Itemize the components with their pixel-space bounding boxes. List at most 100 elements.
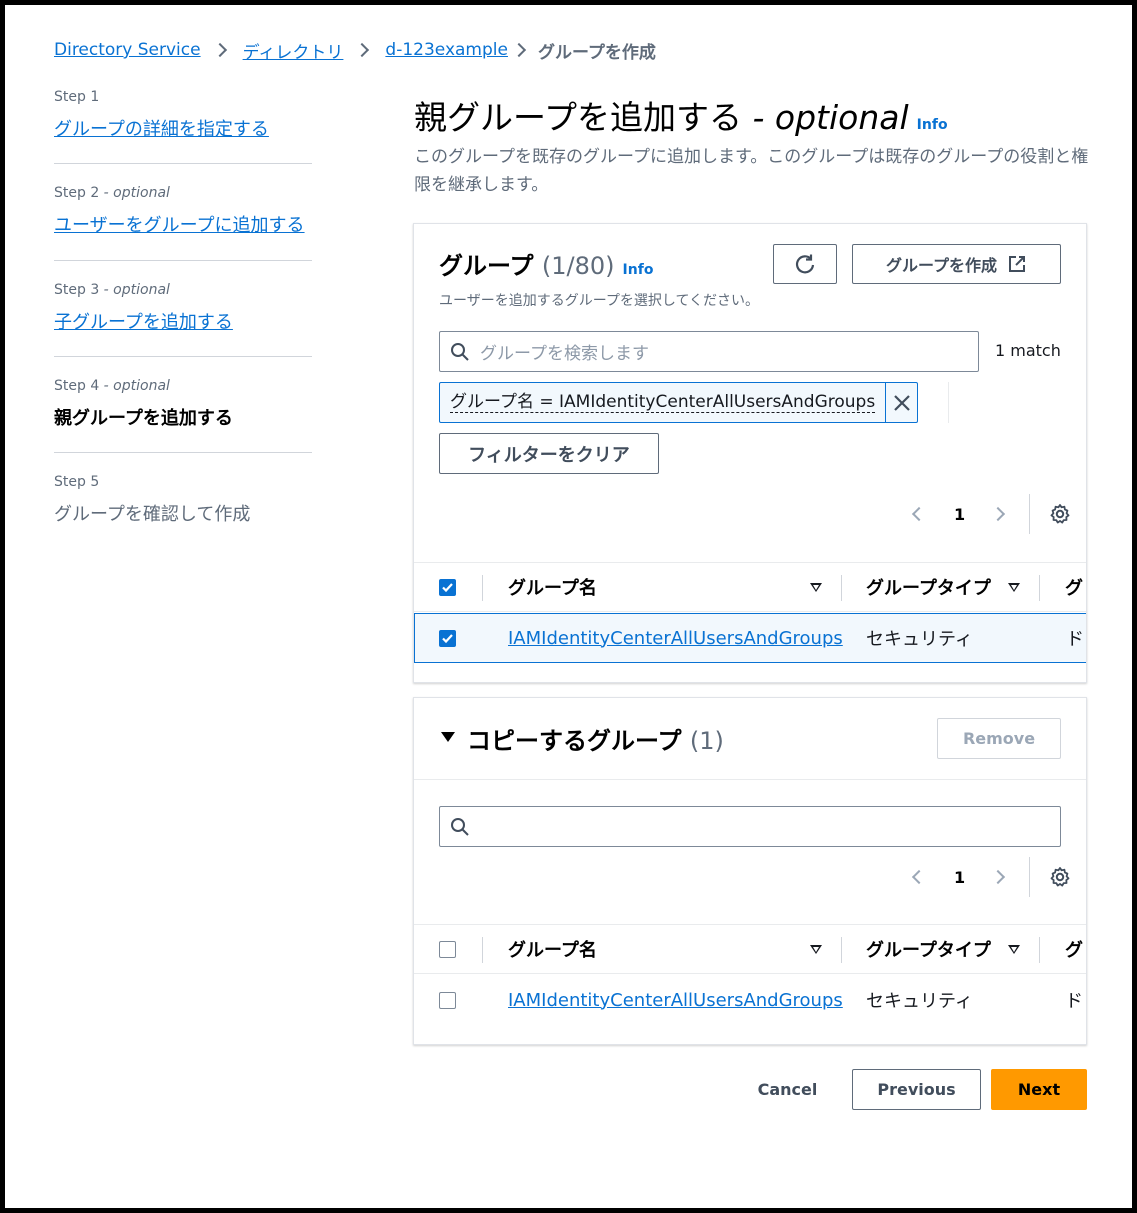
step-label: Step 3 - optional — [54, 282, 170, 298]
page-number[interactable]: 1 — [954, 505, 965, 524]
column-header-group-type[interactable]: グループタイプ — [866, 925, 991, 973]
pagination: 1 — [911, 494, 1071, 534]
group-name-link[interactable]: IAMIdentityCenterAllUsersAndGroups — [508, 628, 843, 649]
step-label: Step 5 — [54, 474, 100, 490]
divider — [54, 356, 312, 357]
page-description: このグループを既存のグループに追加します。このグループは既存のグループの役割と権… — [414, 147, 1089, 195]
wizard-step-2: Step 2 - optional ユーザーをグループに追加する — [54, 185, 312, 237]
row-checkbox[interactable] — [439, 629, 456, 647]
chevron-right-icon[interactable] — [991, 869, 1006, 885]
checkmark-icon — [442, 582, 453, 592]
column-header-group-name[interactable]: グループ名 — [508, 925, 597, 973]
column-divider — [841, 575, 842, 601]
breadcrumb-directories[interactable]: ディレクトリ — [243, 38, 344, 63]
create-group-button[interactable]: グループを作成 — [852, 244, 1061, 284]
step-2-link[interactable]: ユーザーをグループに追加する — [54, 215, 305, 236]
sort-icon[interactable] — [1008, 563, 1020, 611]
collapse-caret-icon[interactable] — [441, 732, 455, 742]
refresh-button[interactable] — [773, 244, 837, 284]
external-link-icon — [1009, 256, 1026, 272]
search-icon — [451, 817, 469, 836]
chevron-left-icon[interactable] — [911, 869, 927, 885]
breadcrumb-directory-service[interactable]: Directory Service — [54, 40, 201, 60]
gear-icon[interactable] — [1049, 866, 1071, 888]
row-select-cell — [439, 614, 456, 662]
truncated-cell: ド — [1065, 991, 1083, 1012]
filter-token-label[interactable]: グループ名 = IAMIdentityCenterAllUsersAndGrou… — [440, 383, 887, 422]
groups-panel-subtitle: ユーザーを追加するグループを選択してください。 — [439, 293, 760, 309]
step-1-link[interactable]: グループの詳細を指定する — [54, 119, 269, 140]
group-type-cell: セキュリティ — [866, 629, 973, 650]
select-all-cell — [439, 925, 456, 973]
table-row[interactable]: IAMIdentityCenterAllUsersAndGroups セキュリテ… — [414, 975, 1086, 1025]
group-name-link[interactable]: IAMIdentityCenterAllUsersAndGroups — [508, 990, 843, 1011]
remove-button[interactable]: Remove — [937, 718, 1061, 759]
column-header-truncated[interactable]: グ — [1065, 563, 1083, 611]
table-row[interactable]: IAMIdentityCenterAllUsersAndGroups セキュリテ… — [414, 613, 1086, 663]
remove-filter-button[interactable] — [886, 383, 917, 422]
copy-panel-title[interactable]: コピーするグループ (1) — [467, 721, 724, 756]
column-divider — [1039, 937, 1040, 963]
column-divider — [841, 937, 842, 963]
select-all-checkbox[interactable] — [439, 940, 456, 958]
sort-icon[interactable] — [810, 563, 822, 611]
page-number[interactable]: 1 — [954, 868, 965, 887]
step-4-current: 親グループを追加する — [54, 408, 233, 429]
divider — [54, 452, 312, 453]
divider — [54, 260, 312, 261]
checkmark-icon — [442, 633, 453, 643]
cancel-button[interactable]: Cancel — [745, 1069, 830, 1110]
group-search-input[interactable]: グループを検索します — [439, 331, 979, 372]
search-icon — [451, 342, 469, 361]
step-label: Step 2 - optional — [54, 185, 170, 201]
select-all-checkbox[interactable] — [439, 578, 456, 596]
column-divider — [482, 937, 483, 963]
truncated-cell: ド — [1066, 629, 1084, 650]
page-frame: Directory Service ディレクトリ d-123example グル… — [5, 5, 1132, 1208]
wizard-step-4: Step 4 - optional 親グループを追加する — [54, 378, 312, 430]
groups-panel: グループ (1/80) Info ユーザーを追加するグループを選択してください。 … — [413, 223, 1087, 683]
sort-icon[interactable] — [1008, 925, 1020, 973]
step-label: Step 1 — [54, 89, 100, 105]
close-icon — [893, 394, 910, 411]
next-button[interactable]: Next — [991, 1069, 1087, 1110]
step-label: Step 4 - optional — [54, 378, 170, 394]
chevron-right-icon — [212, 42, 227, 58]
column-divider — [1039, 575, 1040, 601]
group-type-cell: セキュリティ — [866, 991, 973, 1012]
column-header-truncated[interactable]: グ — [1065, 925, 1083, 973]
breadcrumb-directory-id[interactable]: d-123example — [385, 40, 508, 60]
breadcrumb-current: グループを作成 — [537, 42, 656, 63]
previous-button[interactable]: Previous — [852, 1069, 981, 1110]
column-divider — [482, 575, 483, 601]
row-select-cell — [439, 975, 456, 1025]
groups-info-link[interactable]: Info — [623, 262, 654, 278]
step-3-link[interactable]: 子グループを追加する — [54, 312, 233, 333]
step-5-text: グループを確認して作成 — [54, 504, 251, 525]
column-header-group-name[interactable]: グループ名 — [508, 563, 597, 611]
info-link[interactable]: Info — [917, 117, 948, 133]
groups-table-header: グループ名 グループタイプ グ — [414, 562, 1086, 612]
column-header-group-type[interactable]: グループタイプ — [866, 563, 991, 611]
chevron-right-icon — [355, 42, 370, 58]
gear-icon[interactable] — [1049, 503, 1071, 525]
wizard-step-3: Step 3 - optional 子グループを追加する — [54, 282, 312, 334]
match-count: 1 match — [995, 341, 1061, 360]
divider — [54, 163, 312, 164]
sort-icon[interactable] — [810, 925, 822, 973]
groups-panel-title: グループ (1/80) Info — [439, 252, 654, 280]
divider — [1029, 494, 1031, 534]
copy-search-input[interactable] — [439, 806, 1061, 847]
chevron-left-icon[interactable] — [911, 506, 927, 522]
copy-table-header: グループ名 グループタイプ グ — [414, 924, 1086, 974]
row-checkbox[interactable] — [439, 991, 456, 1009]
clear-filter-button[interactable]: フィルターをクリア — [439, 433, 659, 474]
select-all-cell — [439, 563, 456, 611]
copy-groups-panel: コピーするグループ (1) Remove 1 グループ名 グループタイプ グ I… — [413, 697, 1087, 1045]
divider — [414, 779, 1086, 780]
chevron-right-icon[interactable] — [991, 506, 1006, 522]
refresh-icon — [795, 254, 815, 274]
breadcrumb: Directory Service ディレクトリ d-123example グル… — [54, 35, 656, 65]
divider — [948, 382, 949, 423]
wizard-step-1: Step 1 グループの詳細を指定する — [54, 89, 312, 141]
